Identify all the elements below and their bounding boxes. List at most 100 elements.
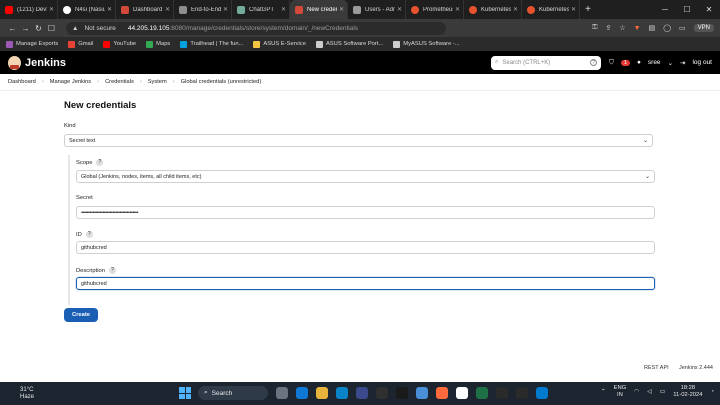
reload-icon[interactable]: ↻ <box>32 24 45 33</box>
breadcrumb-credentials[interactable]: Credentials <box>105 79 134 85</box>
search-icon: ⌕ <box>204 389 208 396</box>
close-icon[interactable]: ✕ <box>397 6 402 13</box>
new-tab-button[interactable]: + <box>580 0 596 19</box>
browser-tab[interactable]: (1211) DevSec✕ <box>0 0 58 19</box>
breadcrumb-global-credentials[interactable]: Global credentials (unrestricted) <box>181 79 262 85</box>
breadcrumb-manage-jenkins[interactable]: Manage Jenkins <box>50 79 91 85</box>
scope-select[interactable]: Global (Jenkins, nodes, items, all child… <box>76 170 655 183</box>
share-icon[interactable]: ⇪ <box>605 24 611 32</box>
forward-icon[interactable]: → <box>19 24 32 33</box>
key-icon[interactable]: ⚿ <box>592 24 597 32</box>
help-icon[interactable]: ? <box>109 267 116 274</box>
brave-icon[interactable] <box>436 387 448 399</box>
notification-badge[interactable]: 1 <box>620 59 630 66</box>
clock[interactable]: 18:28 11-02-2024 <box>673 385 702 399</box>
rest-api-link[interactable]: REST API <box>644 365 669 371</box>
extensions-icon[interactable]: ▤ <box>649 24 656 32</box>
secret-label: Secret <box>76 195 93 201</box>
close-icon[interactable]: ✕ <box>223 6 228 13</box>
browser-tab[interactable]: Prometheus Ti✕ <box>406 0 464 19</box>
vpn-button[interactable]: VPN <box>693 24 714 32</box>
kind-select[interactable]: Secret text ⌄ <box>64 134 653 147</box>
gmail-icon <box>68 40 76 48</box>
user-link[interactable]: sree <box>648 59 661 66</box>
app-icon[interactable] <box>376 387 388 399</box>
search-input[interactable]: ⌕ Search (CTRL+K) ? <box>491 55 602 70</box>
breadcrumb-system[interactable]: System <box>148 79 167 85</box>
close-icon[interactable]: ✕ <box>571 6 576 13</box>
browser-tab[interactable]: Users - Admin✕ <box>348 0 406 19</box>
wallet-icon[interactable]: ▭ <box>679 24 686 32</box>
store-icon[interactable] <box>356 387 368 399</box>
close-icon[interactable]: ✕ <box>281 6 286 13</box>
vscode-icon[interactable] <box>536 387 548 399</box>
task-view-icon[interactable] <box>276 387 288 399</box>
chevron-down-icon[interactable]: ⌄ <box>668 59 673 67</box>
weather-widget[interactable]: 31°C Haze <box>20 387 34 401</box>
browser-tab[interactable]: Kubernetes Cl✕ <box>522 0 580 19</box>
description-label: Description ? <box>76 267 116 274</box>
taskbar-search[interactable]: ⌕ Search <box>198 386 268 400</box>
jenkins-version[interactable]: Jenkins 2.444 <box>679 365 713 371</box>
browser-tab[interactable]: Kubernetes Cl✕ <box>464 0 522 19</box>
close-icon[interactable]: ✕ <box>339 6 344 13</box>
battery-icon[interactable]: ▭ <box>660 389 665 395</box>
shield-icon[interactable]: ⛉ <box>609 59 614 67</box>
bookmark-item[interactable]: Trailhead | The fun... <box>180 40 243 48</box>
close-icon[interactable]: ✕ <box>49 6 54 13</box>
jenkins-logo-icon[interactable] <box>8 55 21 70</box>
chevron-right-icon: › <box>41 79 44 85</box>
terminal-icon[interactable] <box>496 387 508 399</box>
chevron-up-icon[interactable]: ⌃ <box>601 389 606 395</box>
bookmark-item[interactable]: Maps <box>146 40 170 48</box>
bookmark-item[interactable]: Gmail <box>68 40 93 48</box>
bookmark-item[interactable]: MyASUS Software -... <box>393 40 460 48</box>
volume-icon[interactable]: ◁ <box>647 389 651 395</box>
browser-tab[interactable]: End-to-End De✕ <box>174 0 232 19</box>
close-icon[interactable]: ✕ <box>455 6 460 13</box>
app-icon[interactable] <box>396 387 408 399</box>
bookmark-item[interactable]: ASUS Software Port... <box>315 40 383 48</box>
maximize-icon[interactable]: ☐ <box>676 5 698 14</box>
wifi-icon[interactable]: ◠ <box>634 389 639 395</box>
app-icon[interactable] <box>456 387 468 399</box>
bookmark-item[interactable]: YouTube <box>103 40 136 48</box>
breadcrumb-dashboard[interactable]: Dashboard <box>8 79 36 85</box>
copilot-icon[interactable] <box>296 387 308 399</box>
help-icon[interactable]: ? <box>590 59 598 66</box>
close-icon[interactable]: ✕ <box>107 6 112 13</box>
bookmark-item[interactable]: ASUS E-Service <box>253 40 306 48</box>
bookmark-item[interactable]: Manage Exports <box>6 40 58 48</box>
create-button[interactable]: Create <box>64 308 98 322</box>
windows-start-icon[interactable] <box>179 387 191 399</box>
profile-icon[interactable]: ◯ <box>663 24 671 32</box>
close-icon[interactable]: ✕ <box>513 6 518 13</box>
close-window-icon[interactable]: ✕ <box>698 5 720 14</box>
back-icon[interactable]: ← <box>6 24 19 33</box>
url-input[interactable]: ▲ Not secure 44.205.19.105 :8080/manage/… <box>66 21 446 35</box>
browser-tab[interactable]: ChatGPT ✕ <box>232 0 290 19</box>
close-icon[interactable]: ✕ <box>165 6 170 13</box>
edge-icon[interactable] <box>336 387 348 399</box>
help-icon[interactable]: ? <box>85 231 93 238</box>
jenkins-title[interactable]: Jenkins <box>25 57 66 69</box>
star-icon[interactable]: ☆ <box>619 24 625 32</box>
browser-tab-active[interactable]: New creden ✕ <box>290 0 348 19</box>
app-icon[interactable] <box>416 387 428 399</box>
minimize-icon[interactable]: ─ <box>654 5 676 14</box>
browser-tab[interactable]: Dashboard [Mi✕ <box>116 0 174 19</box>
logout-link[interactable]: log out <box>692 59 712 66</box>
excel-icon[interactable] <box>476 387 488 399</box>
browser-tab[interactable]: N4si (Nasiullhu✕ <box>58 0 116 19</box>
bookmarks-bar: Manage Exports Gmail YouTube Maps Trailh… <box>0 37 720 51</box>
brave-shield-icon[interactable]: ▼ <box>634 25 641 32</box>
file-explorer-icon[interactable] <box>316 387 328 399</box>
id-input[interactable]: githubcred <box>76 241 655 254</box>
app-icon[interactable] <box>516 387 528 399</box>
secret-input[interactable]: •••••••••••••••••••••••••••••••••••••••• <box>76 206 655 219</box>
help-icon[interactable]: ? <box>96 159 104 166</box>
language-indicator[interactable]: ENG IN <box>614 385 627 399</box>
description-input[interactable]: githubcred <box>76 277 655 290</box>
bookmark-icon[interactable]: ☐ <box>45 24 58 33</box>
notifications-icon[interactable]: ◔ <box>710 389 714 395</box>
